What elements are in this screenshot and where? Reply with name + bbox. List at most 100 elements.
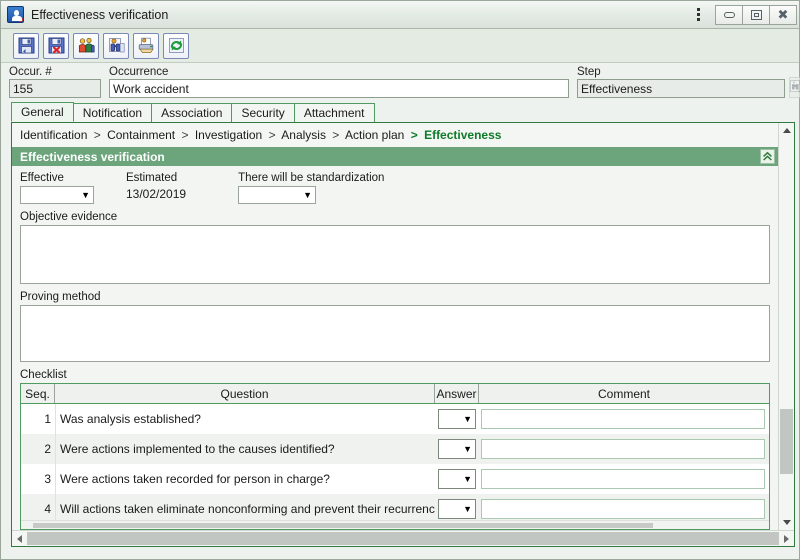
application-window: Effectiveness verification ✖ Occur. # 15… <box>0 0 800 560</box>
table-row[interactable]: 4 Will actions taken eliminate nonconfor… <box>21 494 769 520</box>
tab-general[interactable]: General <box>11 102 74 122</box>
refresh-button[interactable] <box>163 32 189 59</box>
tab-association[interactable]: Association <box>151 103 233 122</box>
row-question: Was analysis established? <box>55 404 435 434</box>
title-bar: Effectiveness verification ✖ <box>1 1 799 29</box>
row-answer-cell: ▼ <box>435 404 479 434</box>
row-answer-cell: ▼ <box>435 494 479 520</box>
row-comment-input[interactable] <box>481 409 765 429</box>
breadcrumb-item-investigation[interactable]: Investigation <box>195 128 262 142</box>
row-answer-select[interactable]: ▼ <box>438 439 476 459</box>
row-comment-input[interactable] <box>481 439 765 459</box>
effective-select[interactable]: ▼ <box>20 186 94 204</box>
search-record-button[interactable] <box>103 32 129 59</box>
triangle-right-icon <box>784 534 789 543</box>
breadcrumb-item-effectiveness[interactable]: Effectiveness <box>424 128 501 142</box>
column-header-comment[interactable]: Comment <box>479 384 769 403</box>
objective-evidence-label: Objective evidence <box>20 211 118 223</box>
row-comment-cell <box>479 494 769 520</box>
scrollbar-thumb[interactable] <box>33 523 653 528</box>
breadcrumb-item-containment[interactable]: Containment <box>107 128 175 142</box>
scroll-right-button[interactable] <box>779 531 794 546</box>
step-lookup-button[interactable] <box>789 77 800 98</box>
maximize-icon <box>750 9 762 20</box>
breadcrumb-item-analysis[interactable]: Analysis <box>281 128 326 142</box>
step-label: Step <box>577 66 601 78</box>
tab-attachment[interactable]: Attachment <box>293 103 375 122</box>
section-header: Effectiveness verification <box>12 147 778 166</box>
table-row[interactable]: 2 Were actions implemented to the causes… <box>21 434 769 464</box>
team-button[interactable] <box>73 32 99 59</box>
estimated-label: Estimated <box>126 172 178 184</box>
checklist-grid-header: Seq. Question Answer Comment <box>21 384 769 404</box>
scrollbar-thumb[interactable] <box>27 532 779 545</box>
standardization-select[interactable]: ▼ <box>238 186 317 204</box>
tab-security[interactable]: Security <box>231 103 295 122</box>
checklist-grid-body: 1 Was analysis established? ▼ 2 Were act… <box>21 404 769 520</box>
breadcrumb-separator: > <box>181 128 189 142</box>
panel-horizontal-scrollbar[interactable] <box>12 530 794 546</box>
row-answer-cell: ▼ <box>435 434 479 464</box>
scrollbar-thumb[interactable] <box>780 409 793 474</box>
occurrence-input[interactable]: Work accident <box>109 79 569 98</box>
chevron-double-up-icon <box>763 151 772 161</box>
scroll-up-button[interactable] <box>779 123 794 138</box>
window-menu-button[interactable] <box>687 3 709 27</box>
row-answer-select[interactable]: ▼ <box>438 499 476 519</box>
scrollbar-track[interactable] <box>27 531 779 546</box>
column-header-answer[interactable]: Answer <box>435 384 479 403</box>
panel-content: Identification > Containment > Investiga… <box>12 123 778 530</box>
row-question: Were actions implemented to the causes i… <box>55 434 435 464</box>
chevron-down-icon: ▼ <box>463 503 472 514</box>
toolbar <box>1 29 799 63</box>
form-row-top: Effective ▼ Estimated 13/02/2019 There w… <box>20 172 770 204</box>
minimize-button[interactable] <box>715 4 743 25</box>
estimated-value: 13/02/2019 <box>126 187 187 201</box>
checklist-horizontal-scrollbar[interactable] <box>21 520 769 529</box>
objective-evidence-textarea[interactable] <box>20 225 770 284</box>
table-row[interactable]: 1 Was analysis established? ▼ <box>21 404 769 434</box>
tab-notification[interactable]: Notification <box>72 103 153 122</box>
column-header-question[interactable]: Question <box>55 384 435 403</box>
save-and-close-button[interactable] <box>43 32 69 59</box>
breadcrumb-item-action-plan[interactable]: Action plan <box>345 128 404 142</box>
close-button[interactable]: ✖ <box>769 4 797 25</box>
save-button[interactable] <box>13 32 39 59</box>
row-comment-input[interactable] <box>481 499 765 519</box>
proving-method-textarea[interactable] <box>20 305 770 362</box>
people-icon <box>78 37 95 53</box>
scroll-left-button[interactable] <box>12 531 27 546</box>
row-comment-input[interactable] <box>481 469 765 489</box>
binoculars-document-icon <box>790 80 800 92</box>
status-bar <box>1 547 799 559</box>
scrollbar-track[interactable] <box>779 138 794 515</box>
print-button[interactable] <box>133 32 159 59</box>
chevron-down-icon: ▼ <box>463 443 472 454</box>
refresh-arrows-icon <box>168 38 184 53</box>
scroll-down-button[interactable] <box>779 515 794 530</box>
row-seq: 2 <box>44 442 51 456</box>
binoculars-document-icon <box>108 38 125 53</box>
step-input[interactable]: Effectiveness <box>577 79 785 98</box>
breadcrumb-item-identification[interactable]: Identification <box>20 128 87 142</box>
row-seq: 3 <box>44 472 51 486</box>
triangle-left-icon <box>17 534 22 543</box>
table-row[interactable]: 3 Were actions taken recorded for person… <box>21 464 769 494</box>
panel-inner: Identification > Containment > Investiga… <box>12 123 794 530</box>
breadcrumb-separator: > <box>332 128 340 142</box>
section-collapse-button[interactable] <box>760 149 775 164</box>
maximize-button[interactable] <box>742 4 770 25</box>
chevron-down-icon: ▼ <box>303 189 313 200</box>
column-header-seq[interactable]: Seq. <box>21 384 55 403</box>
chevron-down-icon: ▼ <box>81 189 90 200</box>
row-answer-select[interactable]: ▼ <box>438 469 476 489</box>
occurrence-number-label: Occur. # <box>9 66 52 78</box>
standardization-field-group: There will be standardization ▼ <box>238 172 384 204</box>
floppy-disk-delete-icon <box>48 37 64 54</box>
row-answer-select[interactable]: ▼ <box>438 409 476 429</box>
panel-vertical-scrollbar[interactable] <box>778 123 794 530</box>
triangle-up-icon <box>782 128 791 133</box>
chevron-down-icon: ▼ <box>463 413 472 424</box>
occurrence-number-input[interactable]: 155 <box>9 79 101 98</box>
window-title: Effectiveness verification <box>31 7 169 22</box>
